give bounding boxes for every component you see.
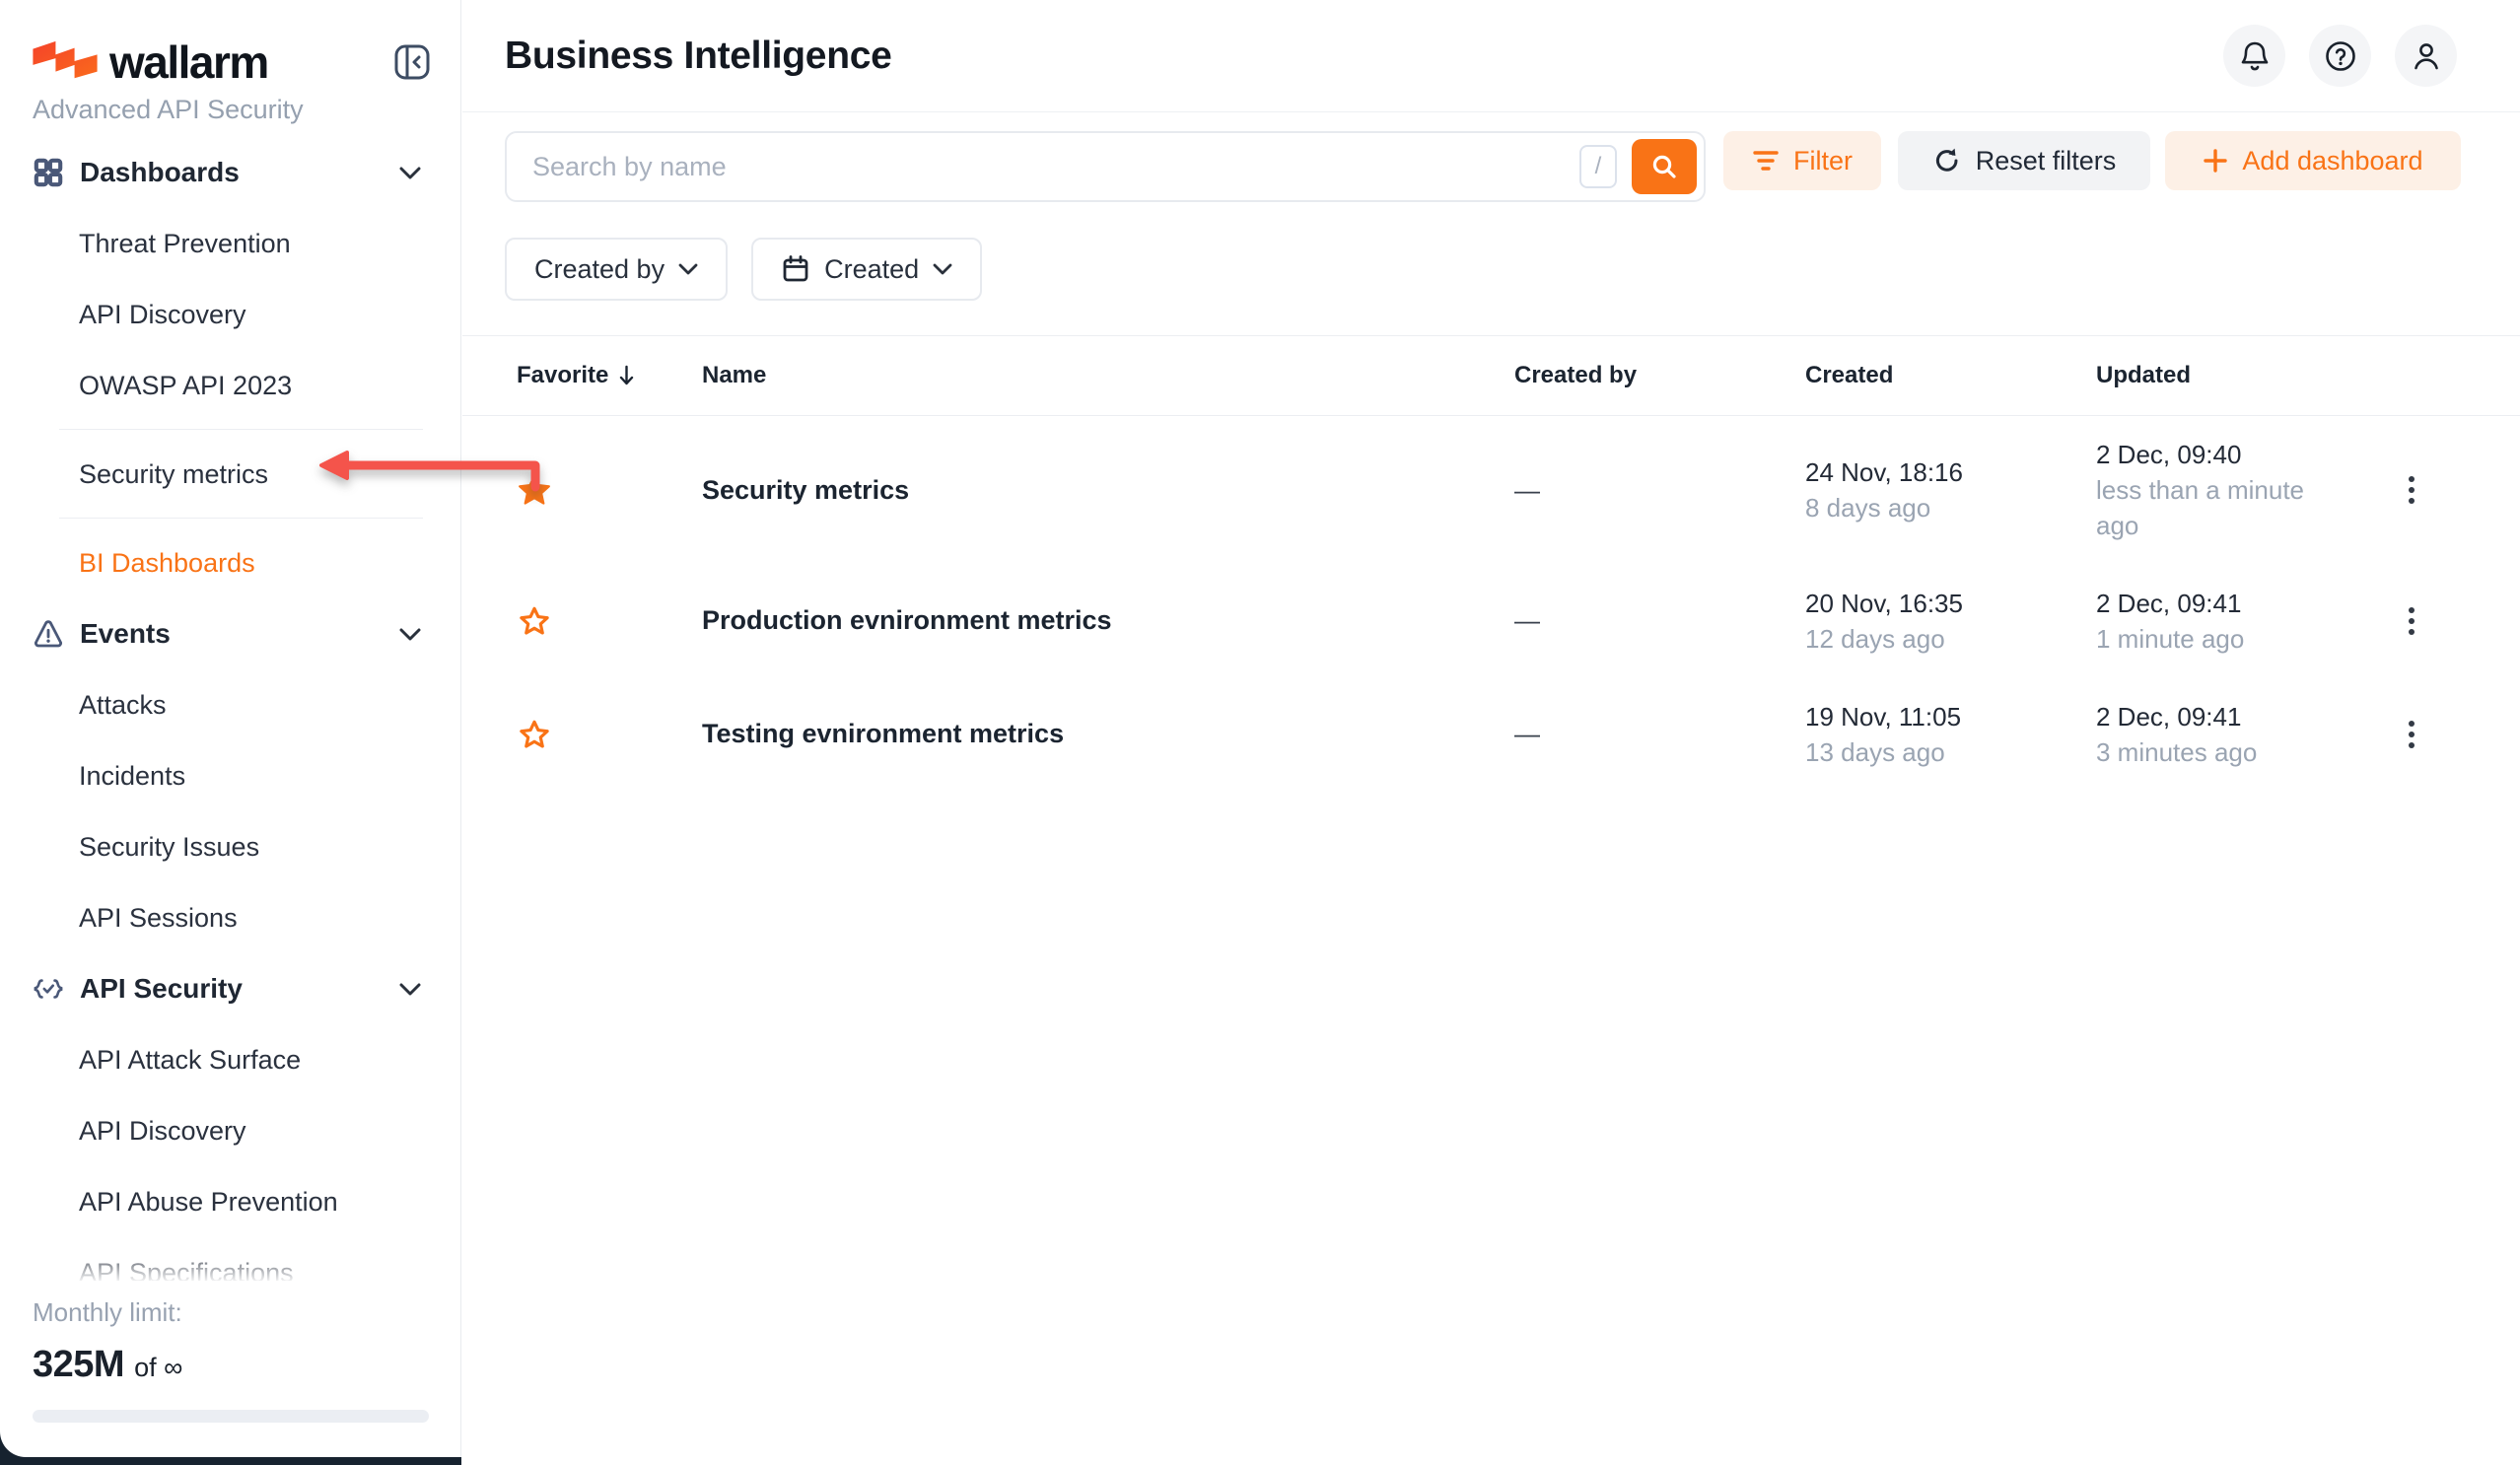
logo-block: wallarm Advanced API Security — [0, 0, 460, 125]
collapse-sidebar-icon[interactable] — [393, 43, 431, 81]
sidebar-item-threat-prevention[interactable]: Threat Prevention — [0, 208, 460, 279]
search-icon — [1649, 152, 1679, 181]
help-button[interactable] — [2309, 25, 2371, 87]
sidebar-item-api-specifications[interactable]: API Specifications — [0, 1237, 460, 1281]
created-cell: 20 Nov, 16:35 12 days ago — [1805, 586, 2096, 657]
bell-icon — [2239, 39, 2271, 73]
column-favorite[interactable]: Favorite — [517, 362, 702, 389]
braces-check-icon — [33, 973, 64, 1005]
plus-icon — [2203, 148, 2228, 174]
column-name: Name — [702, 362, 1514, 389]
dashboard-name[interactable]: Security metrics — [702, 475, 1514, 506]
sidebar-item-owasp-api-2023[interactable]: OWASP API 2023 — [0, 350, 460, 421]
wallarm-logo-icon — [33, 39, 98, 85]
monthly-limit-label: Monthly limit: — [33, 1297, 428, 1328]
notifications-button[interactable] — [2223, 25, 2285, 87]
column-updated: Updated — [2096, 362, 2352, 389]
divider — [59, 429, 423, 430]
dashboard-name[interactable]: Testing evnironment metrics — [702, 719, 1514, 749]
table-row: Security metrics — 24 Nov, 18:16 8 days … — [462, 416, 2520, 564]
favorite-toggle[interactable] — [517, 603, 552, 639]
main-content: Business Intelligence — [462, 0, 2520, 1465]
created-date-dropdown[interactable]: Created — [751, 238, 982, 301]
filter-icon — [1752, 149, 1780, 173]
table-row: Testing evnironment metrics — 19 Nov, 11… — [462, 677, 2520, 791]
table-header: Favorite Name Created by Created Updated — [462, 336, 2520, 415]
chevron-down-icon — [933, 263, 952, 275]
sidebar-nav: Dashboards Threat Prevention API Discove… — [0, 137, 460, 1281]
sidebar-item-api-sessions[interactable]: API Sessions — [0, 882, 460, 953]
row-menu-button[interactable] — [2390, 594, 2433, 648]
refresh-icon — [1932, 146, 1962, 175]
search-box: / — [505, 131, 1706, 202]
sidebar: wallarm Advanced API Security — [0, 0, 461, 1457]
product-subtitle: Advanced API Security — [33, 95, 428, 125]
filter-button[interactable]: Filter — [1723, 131, 1881, 190]
chevron-down-icon — [399, 628, 421, 641]
top-header: Business Intelligence — [462, 0, 2520, 112]
monthly-limit-suffix: of ∞ — [134, 1353, 182, 1383]
column-created-by: Created by — [1514, 362, 1805, 389]
add-dashboard-button[interactable]: Add dashboard — [2165, 131, 2461, 190]
table-row: Production evnironment metrics — 20 Nov,… — [462, 564, 2520, 677]
page-title: Business Intelligence — [505, 35, 892, 78]
sidebar-item-security-issues[interactable]: Security Issues — [0, 811, 460, 882]
monthly-limit-value: 325M — [33, 1344, 124, 1386]
filters-row: Created by Created — [462, 202, 2520, 301]
row-menu-button[interactable] — [2390, 708, 2433, 761]
sidebar-item-api-security[interactable]: API Security — [0, 953, 460, 1024]
created-cell: 24 Nov, 18:16 8 days ago — [1805, 454, 2096, 525]
grid-icon — [33, 157, 64, 188]
created-cell: 19 Nov, 11:05 13 days ago — [1805, 699, 2096, 770]
user-icon — [2411, 39, 2442, 73]
row-menu-button[interactable] — [2390, 463, 2433, 517]
divider — [59, 518, 423, 519]
dashboard-name[interactable]: Production evnironment metrics — [702, 605, 1514, 636]
sidebar-item-dashboards[interactable]: Dashboards — [0, 137, 460, 208]
question-circle-icon — [2324, 39, 2357, 73]
search-input[interactable] — [505, 131, 1706, 202]
toolbar: / Filter — [462, 112, 2520, 202]
column-created: Created — [1805, 362, 2096, 389]
sidebar-item-attacks[interactable]: Attacks — [0, 669, 460, 740]
sidebar-item-api-discovery-2[interactable]: API Discovery — [0, 1095, 460, 1166]
monthly-limit-progressbar — [33, 1410, 429, 1423]
sidebar-item-api-attack-surface[interactable]: API Attack Surface — [0, 1024, 460, 1095]
created-by-value: — — [1514, 605, 1805, 636]
sidebar-item-bi-dashboards[interactable]: BI Dashboards — [0, 527, 460, 598]
account-button[interactable] — [2395, 25, 2457, 87]
reset-filters-button[interactable]: Reset filters — [1898, 131, 2150, 190]
created-by-value: — — [1514, 475, 1805, 506]
sidebar-item-api-discovery[interactable]: API Discovery — [0, 279, 460, 350]
sort-desc-icon — [618, 365, 635, 386]
calendar-icon — [781, 254, 810, 284]
search-button[interactable] — [1632, 139, 1697, 194]
warning-triangle-icon — [33, 618, 64, 650]
created-by-value: — — [1514, 719, 1805, 749]
chevron-down-icon — [399, 167, 421, 179]
sidebar-item-security-metrics[interactable]: Security metrics — [0, 439, 460, 510]
brand-name: wallarm — [109, 35, 268, 89]
sidebar-footer: Monthly limit: 325M of ∞ — [33, 1297, 428, 1423]
created-by-dropdown[interactable]: Created by — [505, 238, 728, 301]
chevron-down-icon — [678, 263, 698, 275]
favorite-toggle[interactable] — [517, 717, 552, 752]
updated-cell: 2 Dec, 09:41 1 minute ago — [2096, 586, 2308, 657]
sidebar-item-api-abuse-prevention[interactable]: API Abuse Prevention — [0, 1166, 460, 1237]
favorite-toggle[interactable] — [517, 472, 552, 508]
sidebar-item-incidents[interactable]: Incidents — [0, 740, 460, 811]
updated-cell: 2 Dec, 09:41 3 minutes ago — [2096, 699, 2308, 770]
sidebar-item-label: Dashboards — [80, 157, 240, 188]
search-shortcut-badge: / — [1579, 145, 1617, 188]
updated-cell: 2 Dec, 09:40 less than a minute ago — [2096, 437, 2308, 543]
chevron-down-icon — [399, 983, 421, 996]
sidebar-item-events[interactable]: Events — [0, 598, 460, 669]
app: wallarm Advanced API Security — [0, 0, 2520, 1465]
